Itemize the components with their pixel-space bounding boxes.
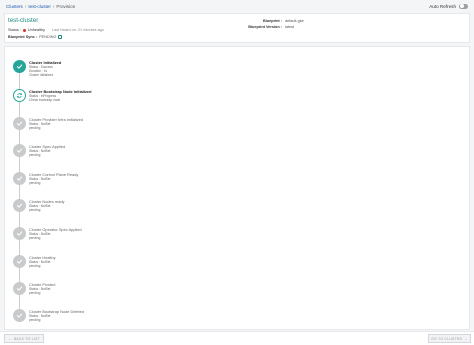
check-icon — [16, 64, 23, 69]
check-icon — [16, 176, 23, 181]
arrow-right-icon: → — [464, 336, 468, 341]
check-icon — [16, 203, 23, 208]
auto-refresh: Auto Refresh — [429, 3, 468, 9]
step-detail-text: pending — [29, 208, 41, 212]
step-status-pending — [13, 144, 26, 157]
step-item: Cluster Control Plane Ready Status : Not… — [13, 172, 213, 190]
breadcrumb-current: Provision — [56, 3, 76, 9]
step-status-pending — [13, 309, 26, 322]
step-item: Cluster Nodes ready Status : NotSet pend… — [13, 199, 213, 217]
info-icon[interactable] — [58, 35, 63, 39]
top-bar: Clusters › test-cluster › Provision Auto… — [0, 0, 474, 12]
status-row: Status : Unhealthy Last Heard on: 21 min… — [8, 28, 104, 32]
blueprint-sync-value: PENDING — [39, 35, 57, 39]
breadcrumb: Clusters › test-cluster › Provision — [6, 4, 75, 9]
blueprint-info: Blueprint : default-gke Blueprint Versio… — [241, 18, 304, 30]
step-status-pending — [13, 255, 26, 268]
step-detail-text: pending — [29, 181, 41, 185]
check-icon — [16, 286, 23, 291]
step-status-done — [13, 60, 26, 73]
step-status-pending — [13, 282, 26, 295]
arrow-left-icon: ← — [8, 336, 12, 341]
check-icon — [16, 231, 23, 236]
step-detail-text: Cluster initialized — [29, 73, 54, 77]
step-detail-text: pending — [29, 291, 41, 295]
auto-refresh-label: Auto Refresh — [429, 3, 456, 9]
step-detail-text: Check bootstrap node — [29, 98, 61, 102]
status-label: Status : — [8, 28, 21, 32]
last-heard: Last Heard on: 21 minutes ago — [51, 28, 104, 32]
step-detail-text: pending — [29, 153, 41, 157]
footer-bar: ← BACK TO LIST GO TO CLUSTER → — [0, 331, 474, 345]
step-item: Cluster Operator Spec Applied Status : N… — [13, 227, 213, 245]
go-to-cluster-button[interactable]: GO TO CLUSTER → — [428, 334, 471, 343]
blueprint-version-value: latest — [285, 25, 295, 29]
status-value: Unhealthy — [27, 28, 45, 32]
cluster-summary-card: test-cluster Status : Unhealthy Last Hea… — [4, 13, 470, 43]
step-detail-text: pending — [29, 126, 41, 130]
step-status-pending — [13, 227, 26, 240]
step-item: Cluster Initialized Status : Success Dur… — [13, 60, 213, 78]
step-detail-text: pending — [29, 264, 41, 268]
blueprint-sync-row: Blueprint Sync : PENDING — [8, 35, 63, 39]
status-dot-icon — [22, 28, 26, 32]
step-detail-text: pending — [29, 236, 41, 240]
step-item: Cluster Spec Applied Status : NotSet pen… — [13, 144, 213, 162]
step-item: Cluster Bootstrap Node Deleted Status : … — [13, 309, 213, 327]
step-status-pending — [13, 117, 26, 130]
step-status-progress — [13, 89, 26, 102]
back-to-list-label: BACK TO LIST — [13, 336, 40, 341]
blueprint-version-label: Blueprint Version : — [248, 25, 282, 29]
check-icon — [16, 148, 23, 153]
breadcrumb-cluster[interactable]: test-cluster — [28, 4, 50, 9]
go-to-cluster-label: GO TO CLUSTER — [431, 336, 463, 341]
step-status-pending — [13, 172, 26, 185]
step-detail-text: pending — [29, 318, 41, 322]
step-item: Cluster Bootstrap Node Initialized Statu… — [13, 89, 213, 107]
chevron-right-icon: › — [24, 3, 27, 9]
sync-icon — [17, 93, 22, 98]
step-item: Cluster Provider Infra Initialized Statu… — [13, 117, 213, 135]
step-item: Cluster Healthy Status : NotSet pending — [13, 255, 213, 273]
check-icon — [16, 121, 23, 126]
check-icon — [16, 259, 23, 264]
blueprint-sync-label: Blueprint Sync : — [8, 35, 38, 39]
chevron-right-icon: › — [52, 3, 55, 9]
auto-refresh-toggle[interactable] — [459, 3, 468, 9]
breadcrumb-clusters[interactable]: Clusters — [6, 4, 23, 9]
cluster-name: test-cluster — [8, 17, 39, 24]
check-icon — [16, 313, 23, 318]
back-to-list-button[interactable]: ← BACK TO LIST — [4, 334, 44, 343]
step-item: Cluster Pivoted Status : NotSet pending — [13, 282, 213, 300]
step-status-pending — [13, 199, 26, 212]
